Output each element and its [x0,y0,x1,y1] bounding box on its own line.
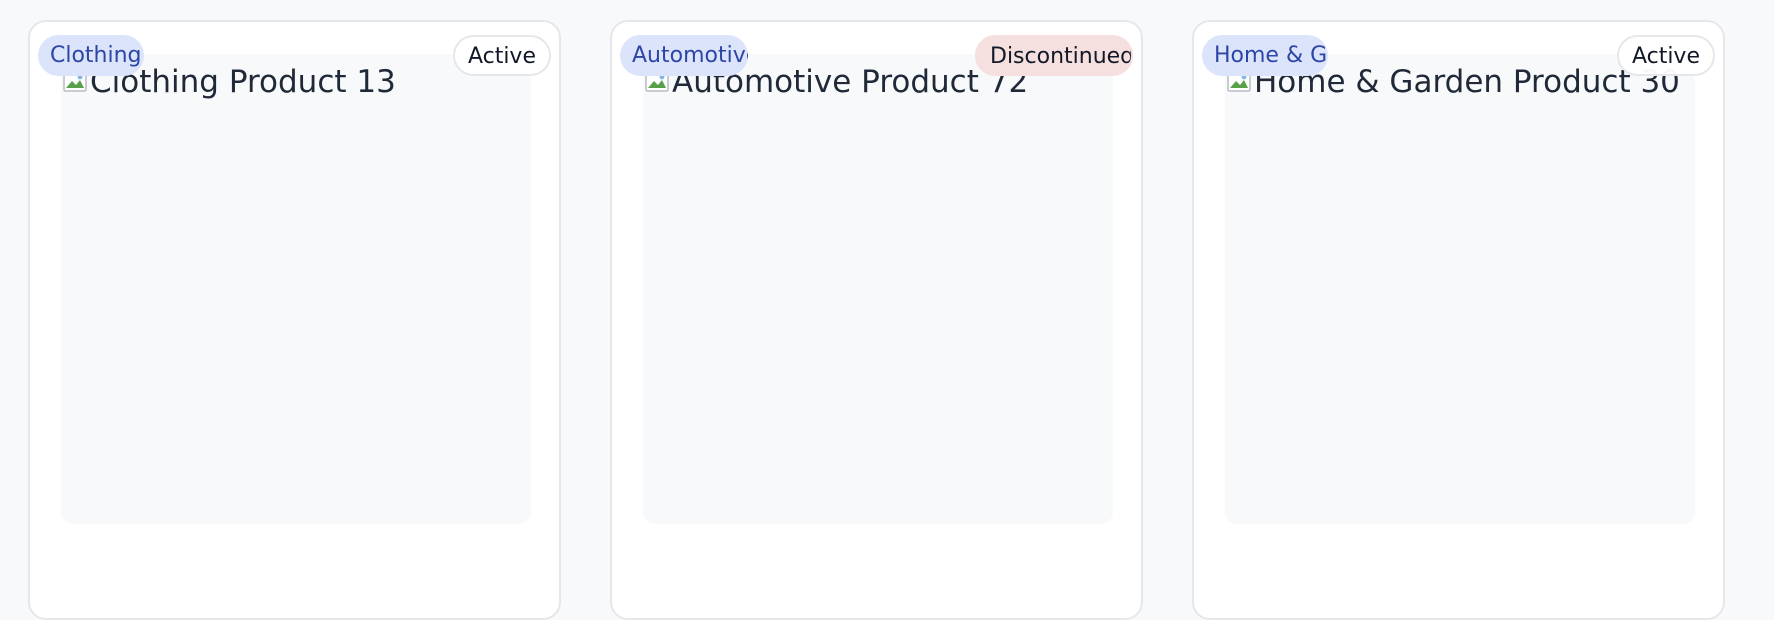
status-badge: Discontinued [975,35,1133,76]
category-badge: Clothing [38,35,144,76]
product-image-area: Automotive Product 72 [643,54,1113,524]
status-badge: Active [452,35,551,76]
category-badge: Automotive [620,35,748,76]
product-image-area: Clothing Product 13 [61,54,531,524]
product-card-grid: Clothing Active Clothing Product 13 Auto… [28,20,1725,620]
product-card-automotive[interactable]: Automotive Discontinued Automotive Produ… [610,20,1143,620]
category-badge: Home & Garden [1202,35,1328,76]
product-image-area: Home & Garden Product 30 [1225,54,1695,524]
status-badge: Active [1616,35,1715,76]
product-card-home-garden[interactable]: Home & Garden Active Home & Garden Produ… [1192,20,1725,620]
product-card-clothing[interactable]: Clothing Active Clothing Product 13 [28,20,561,620]
